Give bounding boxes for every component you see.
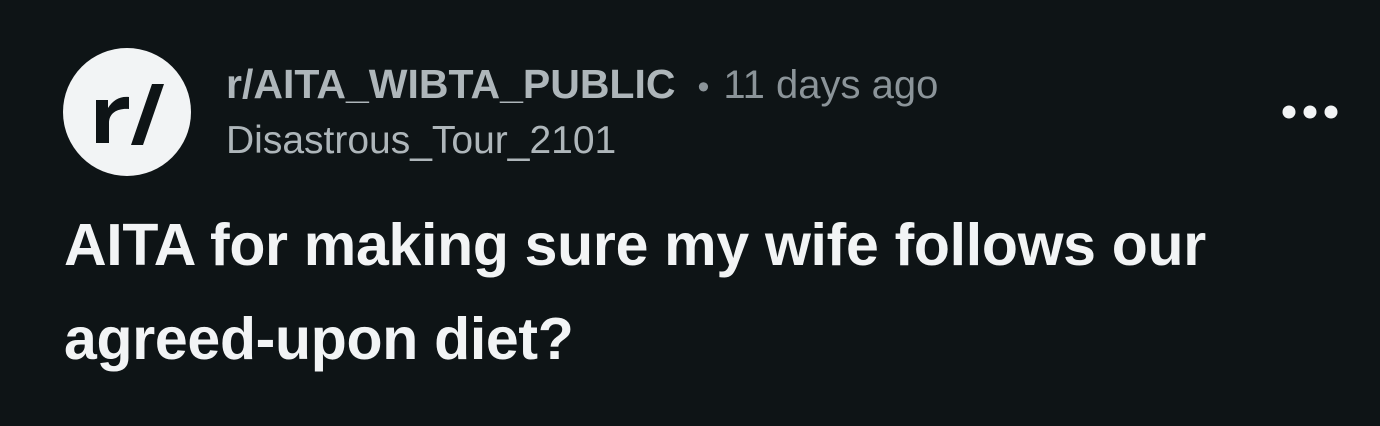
post-meta: r/AITA_WIBTA_PUBLIC • 11 days ago Disast… [226,56,938,166]
subreddit-r-slash-icon [96,84,164,145]
more-horizontal-icon [1282,105,1338,119]
overflow-menu-button[interactable] [1272,86,1348,138]
meta-separator: • [697,68,710,106]
post-meta-row: r/AITA_WIBTA_PUBLIC • 11 days ago [226,56,938,112]
post-title[interactable]: AITA for making sure my wife follows our… [64,198,1354,386]
post-card[interactable]: r/AITA_WIBTA_PUBLIC • 11 days ago Disast… [0,0,1380,426]
subreddit-avatar[interactable] [63,48,191,176]
post-timestamp: 11 days ago [723,63,939,107]
subreddit-link[interactable]: r/AITA_WIBTA_PUBLIC [226,56,675,112]
author-link[interactable]: Disastrous_Tour_2101 [226,116,938,166]
